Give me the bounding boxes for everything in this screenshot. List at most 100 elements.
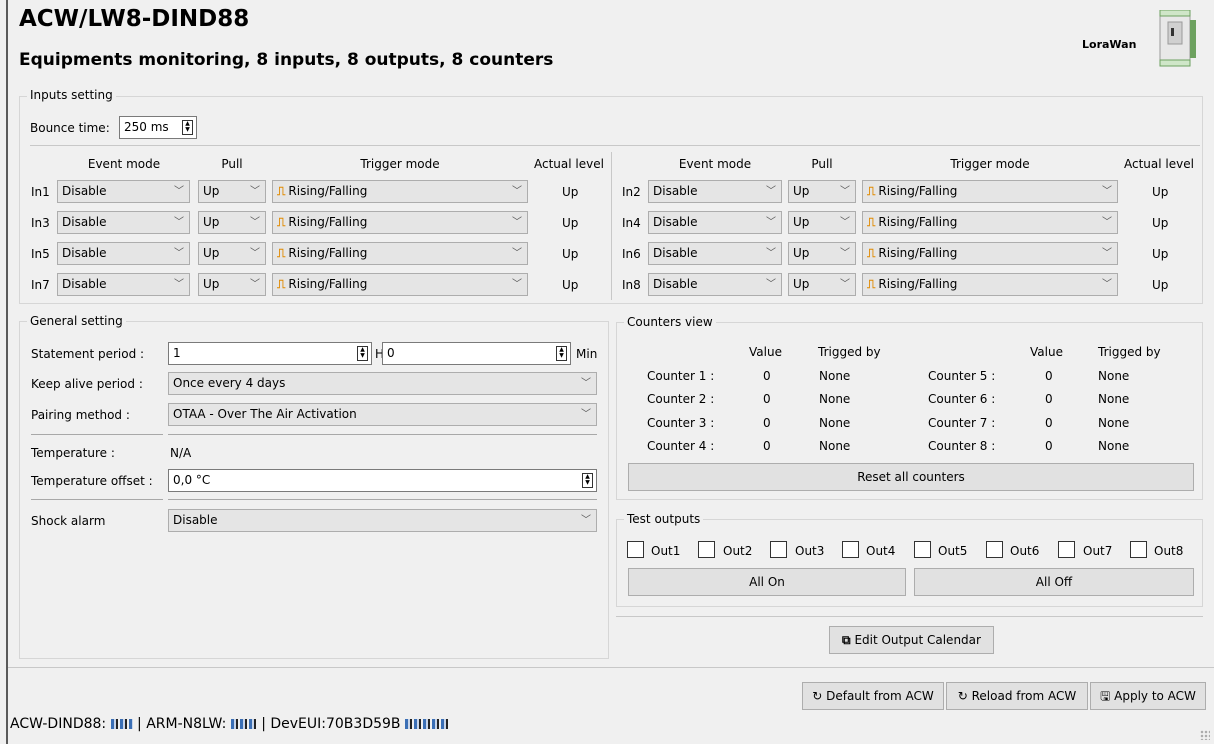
shock-alarm-value: Disable xyxy=(173,513,218,527)
pull-select[interactable]: Up ﹀ xyxy=(198,180,266,203)
keep-alive-select[interactable]: Once every 4 days ﹀ xyxy=(168,372,597,395)
trigger-mode-select[interactable]: ⎍ Rising/Falling ﹀ xyxy=(862,211,1118,234)
pairing-method-select[interactable]: OTAA - Over The Air Activation ﹀ xyxy=(168,403,597,426)
reload-from-acw-button[interactable]: ↻ Reload from ACW xyxy=(946,682,1088,710)
out3-label: Out3 xyxy=(795,544,825,558)
rising-falling-edge-icon: ⎍ xyxy=(867,215,876,229)
reset-all-counters-button[interactable]: Reset all counters xyxy=(628,463,1194,491)
bounce-time-label: Bounce time: xyxy=(30,121,110,135)
out4-checkbox[interactable] xyxy=(842,541,859,558)
pull-select[interactable]: Up ﹀ xyxy=(198,242,266,265)
statement-hours-spinbox[interactable]: 1 ▲ ▼ xyxy=(168,342,372,365)
chevron-down-icon: ﹀ xyxy=(581,515,591,526)
trigger-mode-select[interactable]: ⎍ Rising/Falling ﹀ xyxy=(272,273,528,296)
pairing-method-value: OTAA - Over The Air Activation xyxy=(173,407,357,421)
trigger-mode-select[interactable]: ⎍ Rising/Falling ﹀ xyxy=(272,180,528,203)
pull-value: Up xyxy=(793,277,810,291)
window-left-border xyxy=(6,0,8,744)
pull-select[interactable]: Up ﹀ xyxy=(198,273,266,296)
event-mode-select[interactable]: Disable ﹀ xyxy=(648,273,782,296)
temperature-offset-spinbox[interactable]: 0,0 °C ▲ ▼ xyxy=(168,469,597,492)
trigger-mode-select[interactable]: ⎍ Rising/Falling ﹀ xyxy=(272,242,528,265)
default-from-acw-button[interactable]: ↻ Default from ACW xyxy=(802,682,944,710)
apply-to-acw-label: Apply to ACW xyxy=(1114,689,1196,703)
pull-select[interactable]: Up ﹀ xyxy=(198,211,266,234)
event-mode-value: Disable xyxy=(62,184,107,198)
pull-select[interactable]: Up ﹀ xyxy=(788,211,856,234)
out1-checkbox[interactable] xyxy=(627,541,644,558)
event-mode-select[interactable]: Disable ﹀ xyxy=(648,211,782,234)
out5-checkbox[interactable] xyxy=(914,541,931,558)
general-separator-4 xyxy=(168,499,597,500)
out8-checkbox[interactable] xyxy=(1130,541,1147,558)
all-on-button[interactable]: All On xyxy=(628,568,906,596)
col-event-mode-left: Event mode xyxy=(87,157,161,171)
counter-4-value: 0 xyxy=(763,439,771,453)
col-pull-left: Pull xyxy=(221,157,243,171)
event-mode-select[interactable]: Disable ﹀ xyxy=(57,211,190,234)
col-level-left: Actual level xyxy=(534,157,604,171)
trigger-value: Rising/Falling xyxy=(288,277,368,291)
general-setting-title: General setting xyxy=(27,314,126,328)
temperature-offset-label: Temperature offset : xyxy=(31,474,153,488)
spin-up-down-icon[interactable]: ▲ ▼ xyxy=(582,473,593,488)
actual-level: Up xyxy=(1152,278,1169,292)
resize-grip-icon[interactable] xyxy=(1200,730,1210,740)
event-mode-value: Disable xyxy=(653,215,698,229)
actual-level: Up xyxy=(562,278,579,292)
trigger-value: Rising/Falling xyxy=(288,215,368,229)
pull-select[interactable]: Up ﹀ xyxy=(788,273,856,296)
out7-label: Out7 xyxy=(1083,544,1113,558)
pull-select[interactable]: Up ﹀ xyxy=(788,242,856,265)
rising-falling-edge-icon: ⎍ xyxy=(867,184,876,198)
spin-up-down-icon[interactable]: ▲ ▼ xyxy=(556,346,567,361)
col-trigger-right: Trigger mode xyxy=(950,157,1030,171)
general-separator-3 xyxy=(31,499,163,500)
input-label: In4 xyxy=(622,216,641,230)
event-mode-value: Disable xyxy=(62,246,107,260)
out3-checkbox[interactable] xyxy=(770,541,787,558)
event-mode-value: Disable xyxy=(653,246,698,260)
trigger-mode-select[interactable]: ⎍ Rising/Falling ﹀ xyxy=(862,273,1118,296)
spin-up-down-icon[interactable]: ▲ ▼ xyxy=(357,346,368,361)
counter-5-label: Counter 5 : xyxy=(928,369,996,383)
pull-value: Up xyxy=(203,215,220,229)
pull-value: Up xyxy=(203,184,220,198)
refresh-icon: ↻ xyxy=(957,689,968,703)
device-prefix: ACW-DIND88: xyxy=(10,716,107,732)
event-mode-select[interactable]: Disable ﹀ xyxy=(57,242,190,265)
chevron-down-icon: ﹀ xyxy=(250,186,260,197)
event-mode-select[interactable]: Disable ﹀ xyxy=(57,273,190,296)
out6-checkbox[interactable] xyxy=(986,541,1003,558)
edit-output-calendar-button[interactable]: ⧉ Edit Output Calendar xyxy=(829,626,994,654)
shock-alarm-select[interactable]: Disable ﹀ xyxy=(168,509,597,532)
temperature-value: N/A xyxy=(170,446,192,460)
actual-level: Up xyxy=(562,247,579,261)
chevron-down-icon: ﹀ xyxy=(174,186,184,197)
out2-checkbox[interactable] xyxy=(698,541,715,558)
input-label: In2 xyxy=(622,185,641,199)
event-mode-select[interactable]: Disable ﹀ xyxy=(648,242,782,265)
reload-from-acw-label: Reload from ACW xyxy=(971,689,1077,703)
trigger-mode-select[interactable]: ⎍ Rising/Falling ﹀ xyxy=(272,211,528,234)
counter-8-value: 0 xyxy=(1045,439,1053,453)
counter-6-label: Counter 6 : xyxy=(928,392,996,406)
statement-minutes-spinbox[interactable]: 0 ▲ ▼ xyxy=(382,342,571,365)
event-mode-value: Disable xyxy=(62,277,107,291)
apply-to-acw-button[interactable]: 🖫 Apply to ACW xyxy=(1090,682,1206,710)
bounce-time-spinbox[interactable]: 250 ms ▲ ▼ xyxy=(119,116,197,139)
spin-up-down-icon[interactable]: ▲ ▼ xyxy=(182,120,193,135)
trigger-mode-select[interactable]: ⎍ Rising/Falling ﹀ xyxy=(862,180,1118,203)
event-mode-select[interactable]: Disable ﹀ xyxy=(648,180,782,203)
counter-4-label: Counter 4 : xyxy=(647,439,715,453)
trigger-mode-select[interactable]: ⎍ Rising/Falling ﹀ xyxy=(862,242,1118,265)
event-mode-select[interactable]: Disable ﹀ xyxy=(57,180,190,203)
chevron-down-icon: ﹀ xyxy=(766,279,776,290)
redacted-deveui xyxy=(404,719,449,729)
pull-select[interactable]: Up ﹀ xyxy=(788,180,856,203)
out7-checkbox[interactable] xyxy=(1058,541,1075,558)
bounce-time-value: 250 ms xyxy=(124,120,169,134)
event-mode-value: Disable xyxy=(653,184,698,198)
all-off-button[interactable]: All Off xyxy=(914,568,1194,596)
network-label: LoraWan xyxy=(1082,38,1137,51)
